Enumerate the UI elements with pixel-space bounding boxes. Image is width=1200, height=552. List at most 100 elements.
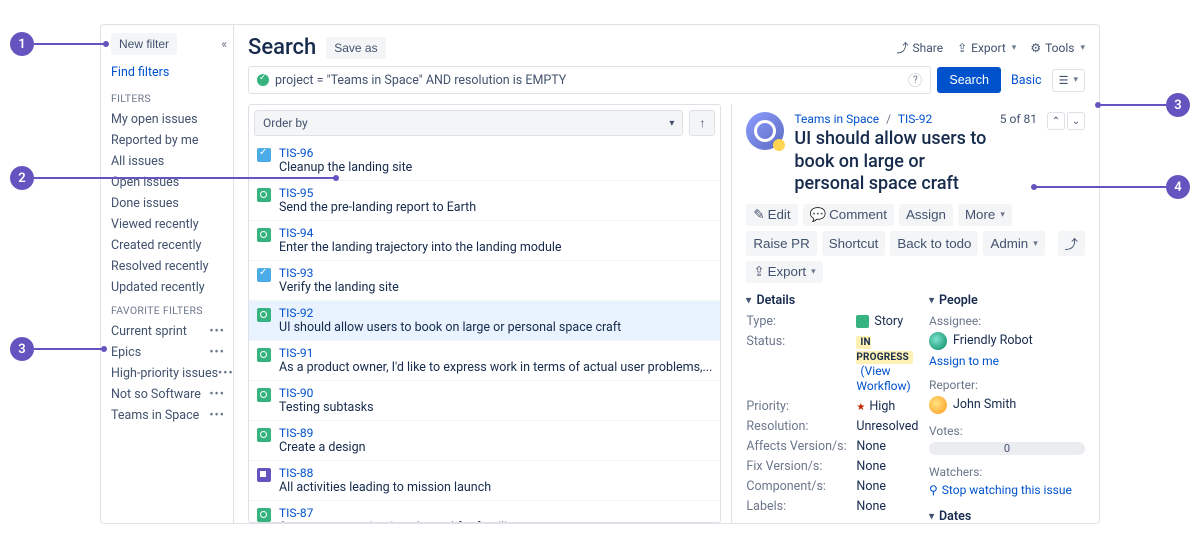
export-button[interactable]: ⇪ Export	[957, 41, 1016, 55]
sort-direction-button[interactable]: ↑	[689, 110, 715, 136]
issue-summary: Create a design	[279, 440, 366, 455]
filter-menu-icon[interactable]: •••	[209, 324, 225, 339]
edit-button[interactable]: ✎Edit	[746, 204, 797, 226]
issue-list-item[interactable]: TIS-87Secure communication channel for f…	[249, 500, 720, 522]
sidebar-favorite-item[interactable]: Epics•••	[111, 342, 233, 363]
issue-list-item[interactable]: TIS-95Send the pre-landing report to Ear…	[249, 180, 720, 220]
next-issue-button[interactable]: ⌄	[1067, 112, 1085, 130]
issue-key: TIS-91	[279, 346, 712, 360]
callout-2: 2	[10, 166, 34, 190]
favorite-filters-heading: FAVORITE FILTERS	[111, 304, 233, 317]
gear-icon: ⚙	[1030, 41, 1041, 55]
issue-summary: Enter the landing trajectory into the la…	[279, 240, 562, 255]
stop-watching-link[interactable]: ⚲Stop watching this issue	[929, 483, 1085, 497]
sidebar-filter-item[interactable]: Viewed recently	[111, 214, 233, 235]
share-issue-button[interactable]: ⤴	[1058, 231, 1085, 256]
issue-key: TIS-89	[279, 426, 366, 440]
order-by-select[interactable]: Order by	[254, 110, 683, 136]
callout-1-lead	[34, 43, 106, 45]
jql-input[interactable]: project = "Teams in Space" AND resolutio…	[248, 66, 931, 94]
sidebar-filter-item[interactable]: Created recently	[111, 235, 233, 256]
issue-key: TIS-93	[279, 266, 399, 280]
issue-list-item[interactable]: TIS-96Cleanup the landing site	[249, 141, 720, 180]
story-type-icon	[257, 428, 271, 442]
sidebar-filter-item[interactable]: Reported by me	[111, 130, 233, 151]
assign-to-me-link[interactable]: Assign to me	[929, 354, 1085, 368]
filter-menu-icon[interactable]: •••	[209, 387, 225, 402]
issue-key: TIS-94	[279, 226, 562, 240]
app-window: New filter « Find filters FILTERS My ope…	[100, 24, 1100, 524]
callout-3-left: 3	[10, 337, 34, 361]
issue-list-item[interactable]: TIS-93Verify the landing site	[249, 260, 720, 300]
issue-list-item[interactable]: TIS-91As a product owner, I'd like to ex…	[249, 340, 720, 380]
sidebar-filter-item[interactable]: My open issues	[111, 109, 233, 130]
people-section-toggle[interactable]: People	[929, 293, 1085, 308]
sidebar-favorite-item[interactable]: Current sprint•••	[111, 321, 233, 342]
filter-menu-icon[interactable]: •••	[218, 366, 234, 381]
issue-summary: UI should allow users to book on large o…	[279, 320, 621, 335]
issue-list-item[interactable]: TIS-94Enter the landing trajectory into …	[249, 220, 720, 260]
issue-list-item[interactable]: TIS-88All activities leading to mission …	[249, 460, 720, 500]
issue-key: TIS-92	[279, 306, 621, 320]
issue-key-link[interactable]: TIS-92	[898, 112, 932, 126]
comment-button[interactable]: 💬Comment	[803, 204, 894, 226]
project-avatar	[746, 112, 784, 150]
share-button[interactable]: ⤴Share	[896, 39, 943, 56]
assign-button[interactable]: Assign	[899, 204, 953, 226]
sidebar-favorite-item[interactable]: High-priority issues•••	[111, 363, 233, 384]
shortcut-button[interactable]: Shortcut	[822, 231, 886, 256]
export-icon: ⇪	[957, 41, 967, 55]
search-button[interactable]: Search	[937, 67, 1001, 93]
collapse-sidebar-icon[interactable]: «	[221, 37, 227, 51]
assignee-value: Friendly Robot	[929, 332, 1085, 350]
issue-list[interactable]: TIS-96Cleanup the landing siteTIS-95Send…	[249, 141, 720, 522]
issue-list-item[interactable]: TIS-90Testing subtasks	[249, 380, 720, 420]
raise-pr-button[interactable]: Raise PR	[746, 231, 816, 256]
sidebar-filter-item[interactable]: Resolved recently	[111, 256, 233, 277]
sidebar-filter-item[interactable]: Updated recently	[111, 277, 233, 298]
callout-3-left-lead	[34, 348, 104, 350]
issue-list-item[interactable]: TIS-89Create a design	[249, 420, 720, 460]
details-fields: Type: Story Status: IN PROGRESS (View Wo…	[746, 314, 913, 514]
details-section-toggle[interactable]: Details	[746, 293, 913, 308]
sidebar-filter-item[interactable]: Done issues	[111, 193, 233, 214]
dates-section-toggle[interactable]: Dates	[929, 509, 1085, 524]
back-to-todo-button[interactable]: Back to todo	[890, 231, 978, 256]
status-value: IN PROGRESS (View Workflow)	[856, 334, 918, 394]
filter-menu-icon[interactable]: •••	[209, 408, 225, 423]
basic-mode-link[interactable]: Basic	[1007, 73, 1046, 88]
help-icon[interactable]: ?	[908, 73, 922, 87]
export-icon: ⇪	[753, 264, 764, 280]
callout-2-lead	[34, 177, 336, 179]
sidebar-filter-item[interactable]: Open issues	[111, 172, 233, 193]
save-as-button[interactable]: Save as	[326, 37, 385, 59]
admin-button[interactable]: Admin	[983, 231, 1044, 256]
sidebar-filter-item[interactable]: All issues	[111, 151, 233, 172]
prev-issue-button[interactable]: ⌃	[1047, 112, 1065, 130]
sidebar-favorite-item[interactable]: Teams in Space•••	[111, 405, 233, 426]
export-issue-button[interactable]: ⇪Export	[746, 261, 822, 283]
sidebar-favorite-item[interactable]: Not so Software•••	[111, 384, 233, 405]
more-button[interactable]: More	[958, 204, 1012, 226]
issue-key: TIS-87	[279, 506, 520, 520]
avatar	[929, 396, 947, 414]
share-icon: ⤴	[896, 39, 908, 56]
find-filters-link[interactable]: Find filters	[111, 65, 233, 80]
issue-list-item[interactable]: TIS-92UI should allow users to book on l…	[249, 300, 720, 340]
filter-menu-icon[interactable]: •••	[209, 345, 225, 360]
callout-4-lead	[1034, 186, 1166, 188]
story-type-icon	[257, 228, 271, 242]
pager-position: 5 of 81	[1000, 112, 1037, 126]
issue-list-panel: Order by ↑ TIS-96Cleanup the landing sit…	[248, 104, 721, 523]
story-type-icon	[257, 508, 271, 522]
list-icon: ☰	[1059, 74, 1069, 87]
issue-key: TIS-95	[279, 186, 476, 200]
new-filter-button[interactable]: New filter	[111, 33, 177, 55]
issue-summary: Testing subtasks	[279, 400, 374, 415]
issue-key: TIS-96	[279, 146, 412, 160]
tools-button[interactable]: ⚙ Tools	[1030, 41, 1085, 55]
view-workflow-link[interactable]: (View Workflow)	[856, 364, 910, 393]
callout-3-right: 3	[1166, 93, 1190, 117]
project-link[interactable]: Teams in Space	[794, 112, 879, 126]
layout-toggle[interactable]: ☰	[1052, 69, 1085, 92]
